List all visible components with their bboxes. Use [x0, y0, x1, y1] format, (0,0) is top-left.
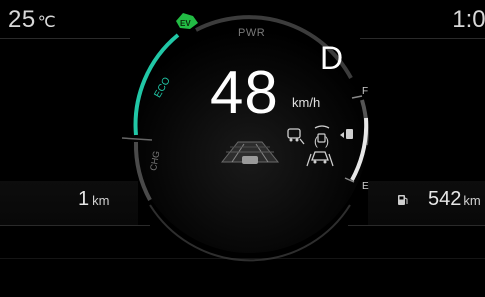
ev-badge-icon: EV — [176, 13, 198, 29]
fuel-full-label: F — [362, 86, 368, 97]
fuel-pump-icon — [398, 195, 408, 205]
fuel-empty-label: E — [362, 181, 369, 192]
ev-badge-text: EV — [180, 19, 191, 28]
power-label: PWR — [238, 27, 266, 39]
range-value: 542 — [428, 188, 462, 210]
trip-value: 1 — [78, 188, 90, 210]
gauge-dial: EV ECO CHG F E ( ) — [121, 13, 408, 262]
gear-indicator: D — [320, 40, 344, 76]
speed-unit: km/h — [292, 95, 321, 110]
trip-unit: km — [92, 193, 110, 208]
range-readout: 542 km — [428, 188, 481, 211]
speed-value: 48 — [210, 59, 279, 126]
trip-readout: 1 km — [78, 188, 109, 211]
range-unit: km — [463, 193, 481, 208]
